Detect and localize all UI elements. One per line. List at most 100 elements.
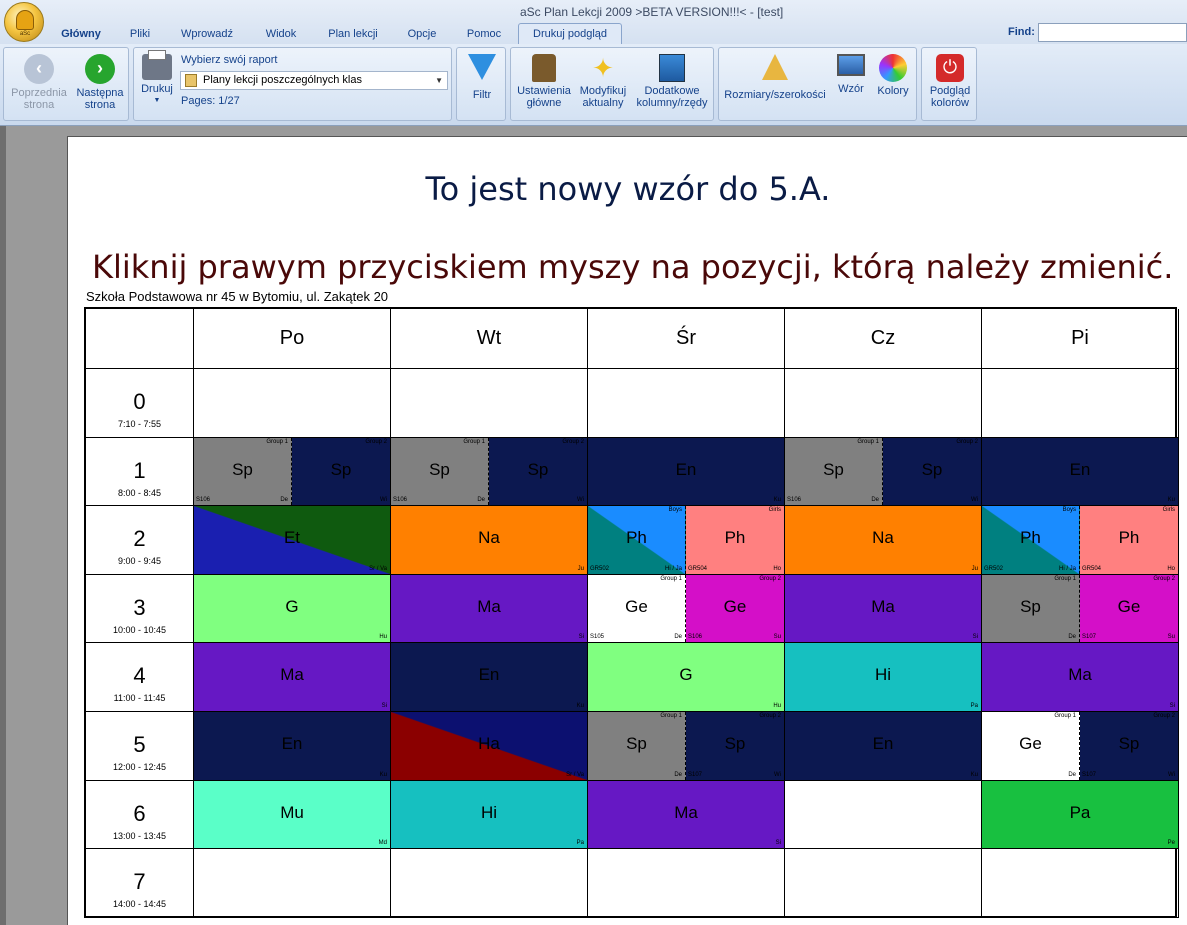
tab-glowny[interactable]: Główny [50,24,112,44]
page-title[interactable]: To jest nowy wzór do 5.A. [68,170,1187,208]
page-subtitle[interactable]: Kliknij prawym przyciskiem myszy na pozy… [92,248,1173,286]
lesson-teacher: Ku [970,771,978,778]
colors-button[interactable]: Kolory [871,54,915,97]
lesson-card[interactable]: Ma Si [194,643,390,711]
period-number: 5 [133,732,146,757]
lesson-card[interactable]: En Ku [982,437,1178,506]
timetable-cell[interactable] [982,849,1179,918]
lesson-card[interactable]: Ph Girls GR504 Ho [1080,506,1178,574]
lesson-card[interactable]: Ha Sr / Va [391,712,587,780]
lesson-card[interactable]: Sp Group 1 S106 De [194,437,292,506]
sizes-widths-button[interactable]: Rozmiary/szerokości [721,54,829,101]
lesson-card[interactable]: Hi Pa [785,643,981,711]
period-header[interactable]: 2 9:00 - 9:45 [86,506,194,575]
timetable-cell[interactable] [785,849,982,918]
timetable-cell[interactable] [785,369,982,438]
filter-button[interactable]: Filtr [459,54,505,101]
extra-columns-button[interactable]: Dodatkowe kolumny/rzędy [631,54,713,109]
lesson-card[interactable]: Sp Group 2 Wi [883,437,981,506]
lesson-card[interactable]: Ge Group 1 S105 De [588,574,686,643]
lesson-room: S106 [787,497,802,504]
lesson-card[interactable]: Ph Boys GR502 Hi / Ja [982,506,1080,574]
lesson-card[interactable]: Ma Si [391,574,587,643]
lesson-card[interactable]: G Hu [588,643,784,711]
timetable-cell[interactable] [982,369,1179,438]
previous-page-button[interactable]: ‹ Poprzednia strona [7,54,71,111]
table-icon [659,54,685,82]
day-header[interactable]: Wt [391,309,588,369]
find-input[interactable] [1038,23,1187,42]
timetable-cell[interactable] [588,369,785,438]
color-palette-icon [879,54,907,82]
lesson-card[interactable]: Sp Group 1 De [982,574,1080,643]
tab-drukuj-podglad[interactable]: Drukuj podgląd [518,23,622,45]
lesson-subject: G [679,665,693,685]
lesson-card[interactable]: Sp Group 2 Wi [489,437,587,506]
lesson-card[interactable]: Ma Si [588,780,784,849]
period-header[interactable]: 0 7:10 - 7:55 [86,369,194,438]
timetable-cell[interactable] [194,369,391,438]
period-header[interactable]: 1 8:00 - 8:45 [86,437,194,507]
lesson-card[interactable]: Mu Md [194,780,390,849]
lesson-card[interactable]: Ge Group 2 S106 Su [686,574,784,643]
lesson-card[interactable]: Sp Group 2 S107 Wi [1080,712,1178,780]
lesson-group: Group 1 [1054,575,1076,582]
arrow-left-icon: ‹ [24,54,54,84]
lesson-card[interactable]: En Ku [194,712,390,780]
timetable-cell[interactable] [391,849,588,918]
lesson-card[interactable]: En Ku [785,712,981,780]
filter-label: Filtr [472,89,492,101]
tab-widok[interactable]: Widok [252,24,310,44]
lesson-subject: Ma [280,665,304,685]
school-name[interactable]: Szkoła Podstawowa nr 45 w Bytomiu, ul. Z… [86,289,388,304]
lesson-card[interactable]: Sp Group 2 Wi [292,437,390,506]
day-header[interactable]: Pi [982,309,1179,369]
print-preview-page: To jest nowy wzór do 5.A. Kliknij prawym… [67,136,1187,925]
lesson-card[interactable]: Sp Group 1 S106 De [391,437,489,506]
lesson-card[interactable]: Ma Si [982,643,1178,711]
lesson-card[interactable]: Ge Group 1 De [982,712,1080,780]
lesson-teacher: De [1068,771,1076,778]
period-header[interactable]: 7 14:00 - 14:45 [86,849,194,918]
lesson-card[interactable]: En Ku [391,643,587,711]
modify-current-button[interactable]: ✦ Modyfikuj aktualny [575,54,631,109]
tab-wprowadz[interactable]: Wprowadź [168,24,246,44]
lesson-card[interactable]: Ph Boys GR502 Hi / Ja [588,506,686,574]
period-header[interactable]: 4 11:00 - 11:45 [86,643,194,712]
lesson-card[interactable]: Sp Group 2 S107 Wi [686,712,784,780]
tab-pomoc[interactable]: Pomoc [454,24,514,44]
timetable-cell[interactable] [194,849,391,918]
period-header[interactable]: 3 10:00 - 10:45 [86,574,194,644]
lesson-card[interactable]: En Ku [588,437,784,506]
lesson-card[interactable]: Ma Si [785,574,981,643]
print-button[interactable]: Drukuj ▼ [137,50,177,107]
lesson-card[interactable]: Ge Group 2 S107 Su [1080,574,1178,643]
app-menu-button[interactable]: aSc [4,2,44,42]
day-header[interactable]: Cz [785,309,982,369]
lesson-card[interactable]: Ph Girls GR504 Ho [686,506,784,574]
lesson-card[interactable]: Pa Pe [982,780,1178,849]
next-page-button[interactable]: › Następna strona [70,54,130,111]
lesson-card[interactable]: Na Ju [391,506,587,574]
tab-plan-lekcji[interactable]: Plan lekcji [316,24,390,44]
day-header[interactable]: Po [194,309,391,369]
period-header[interactable]: 5 12:00 - 12:45 [86,712,194,781]
lesson-card[interactable]: Sp Group 1 De [588,712,686,780]
report-select[interactable]: Plany lekcji poszczególnych klas ▼ [180,71,448,90]
preview-colors-button[interactable]: ⏻ Podgląd kolorów [924,54,976,109]
day-header[interactable]: Śr [588,309,785,369]
lesson-room: GR502 [984,565,1004,572]
lesson-card[interactable]: Sp Group 1 S106 De [785,437,883,506]
lesson-card[interactable]: Hi Pa [391,780,587,849]
period-header[interactable]: 6 13:00 - 13:45 [86,780,194,850]
tab-pliki[interactable]: Pliki [118,24,162,44]
lesson-card[interactable]: Et Sr / Va [194,506,390,574]
timetable-cell[interactable] [391,369,588,438]
tab-opcje[interactable]: Opcje [396,24,448,44]
timetable-cell[interactable] [588,849,785,918]
main-settings-button[interactable]: Ustawienia główne [513,54,575,109]
timetable-cell[interactable] [785,780,982,850]
lesson-card[interactable]: G Hu [194,574,390,643]
lesson-card[interactable]: Na Ju [785,506,981,574]
template-button[interactable]: Wzór [831,54,871,95]
